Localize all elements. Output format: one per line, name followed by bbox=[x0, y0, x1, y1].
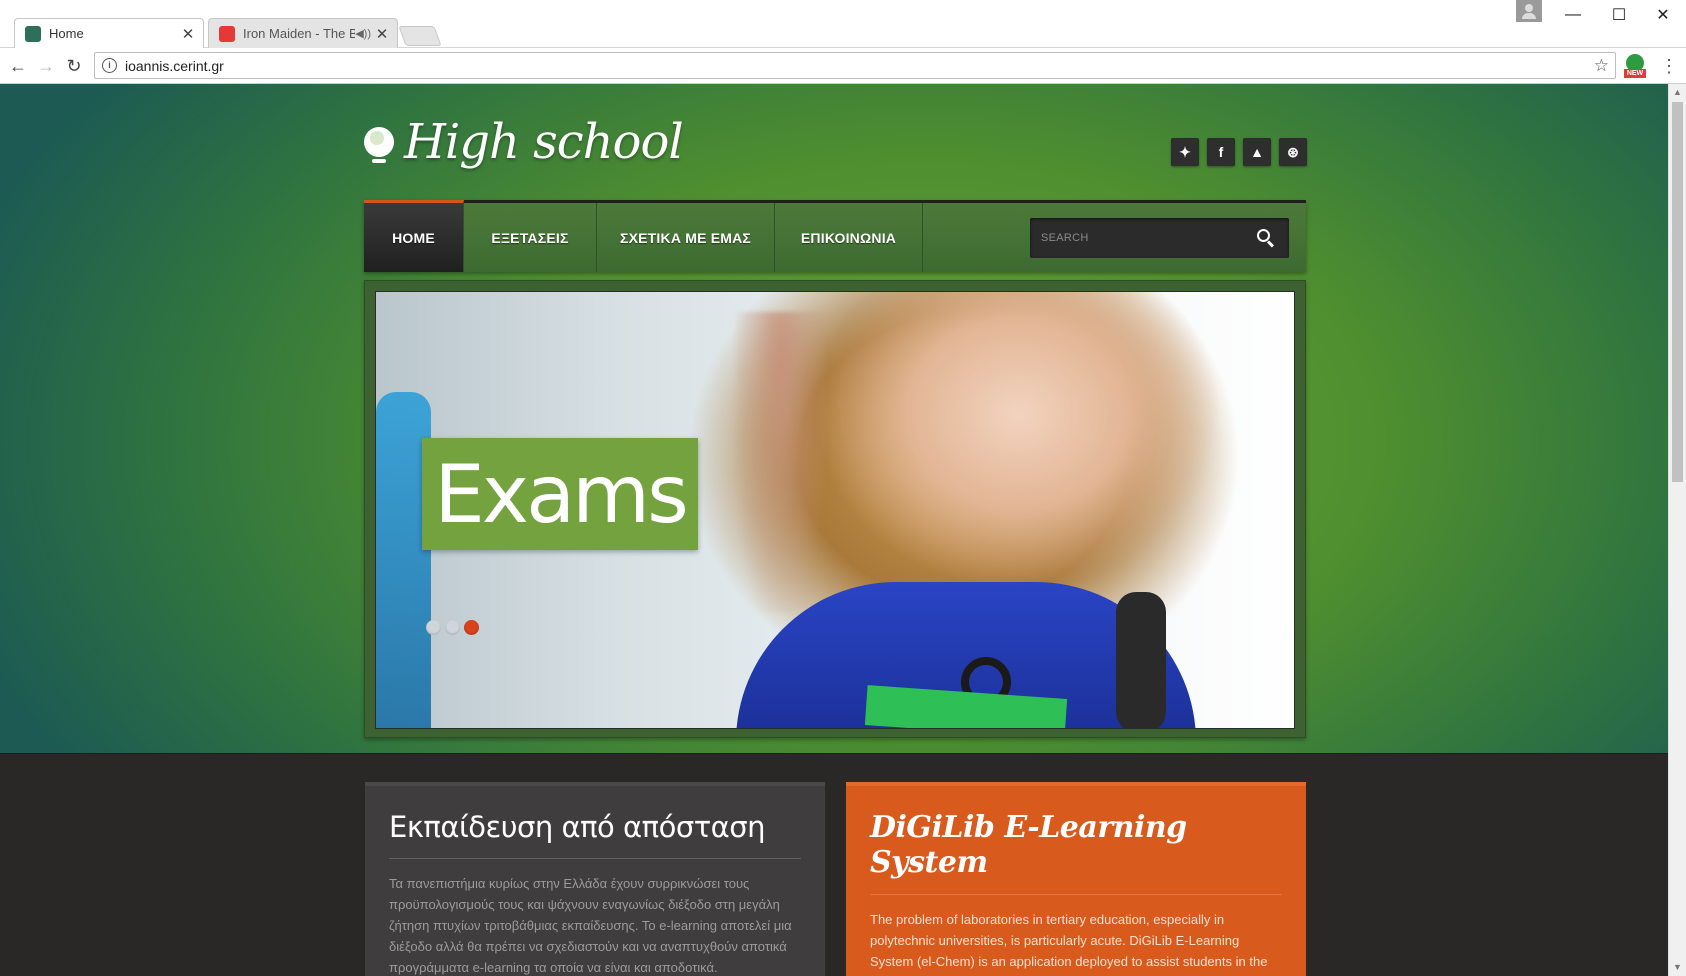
tab-close-icon[interactable]: ✕ bbox=[179, 25, 197, 43]
nav-about[interactable]: ΣΧΕΤΙΚΑ ΜΕ ΕΜΑΣ bbox=[597, 203, 775, 272]
tab-title: Iron Maiden - The Bo bbox=[243, 26, 356, 41]
forward-arrow-icon[interactable]: → bbox=[34, 54, 58, 78]
minimize-icon[interactable]: — bbox=[1550, 0, 1596, 30]
address-bar[interactable]: i ioannis.cerint.gr ☆ bbox=[94, 52, 1616, 79]
extension-icon[interactable]: NEW bbox=[1624, 54, 1648, 78]
slider-dot-2[interactable] bbox=[445, 620, 460, 635]
tab-home[interactable]: Home ✕ bbox=[14, 18, 204, 48]
tab-close-icon[interactable]: ✕ bbox=[373, 25, 391, 43]
slider-dot-1[interactable] bbox=[426, 620, 441, 635]
digilib-card: DiGiLib E-Learning System The problem of… bbox=[846, 782, 1306, 976]
page-viewport: High school ✦ f ▲ ⊛ HOME ΕΞΕΤΑΣΕΙΣ ΣΧΕΤΙ… bbox=[0, 84, 1686, 976]
audio-playing-icon[interactable]: ◀)) bbox=[355, 27, 371, 40]
background-student-figure bbox=[736, 312, 826, 612]
hero-slide-image[interactable]: Exams bbox=[375, 291, 1295, 729]
extension-new-badge: NEW bbox=[1624, 69, 1646, 78]
slider-pagination bbox=[426, 620, 479, 635]
card-text: Τα πανεπιστήμια κυρίως στην Ελλάδα έχουν… bbox=[389, 876, 792, 975]
nav-home[interactable]: HOME bbox=[364, 200, 464, 272]
page-scrollbar[interactable]: ▲ ▼ bbox=[1668, 84, 1686, 976]
tab-iron-maiden[interactable]: Iron Maiden - The Bo ◀)) ✕ bbox=[208, 18, 398, 48]
site-favicon-icon bbox=[25, 25, 41, 42]
close-window-icon[interactable]: ✕ bbox=[1640, 0, 1686, 30]
backpack-strap bbox=[1116, 592, 1166, 728]
twitter-icon[interactable]: ✦ bbox=[1171, 138, 1199, 166]
youtube-favicon-icon bbox=[219, 25, 235, 42]
globe-icon bbox=[364, 127, 394, 163]
distance-learning-card: Εκπαίδευση από απόσταση Τα πανεπιστήμια … bbox=[365, 782, 825, 976]
tab-title: Home bbox=[49, 26, 84, 41]
content-band: Εκπαίδευση από απόσταση Τα πανεπιστήμια … bbox=[0, 753, 1686, 976]
browser-toolbar: ← → ↻ i ioannis.cerint.gr ☆ NEW ⋮ bbox=[0, 48, 1686, 84]
slide-caption-text: Exams bbox=[434, 447, 689, 541]
profile-avatar-icon[interactable] bbox=[1516, 0, 1542, 22]
nav-exams[interactable]: ΕΞΕΤΑΣΕΙΣ bbox=[464, 203, 597, 272]
card-title[interactable]: Εκπαίδευση από απόσταση bbox=[389, 810, 801, 859]
dribbble-icon[interactable]: ⊛ bbox=[1279, 138, 1307, 166]
bookmark-star-icon[interactable]: ☆ bbox=[1594, 56, 1609, 76]
scroll-up-icon[interactable]: ▲ bbox=[1669, 84, 1686, 101]
search-icon[interactable] bbox=[1257, 229, 1275, 247]
slide-caption: Exams bbox=[422, 438, 698, 550]
reload-icon[interactable]: ↻ bbox=[62, 54, 86, 78]
search-input[interactable]: SEARCH bbox=[1030, 218, 1289, 258]
site-logo[interactable]: High school bbox=[364, 114, 684, 170]
scroll-down-icon[interactable]: ▼ bbox=[1669, 959, 1686, 976]
facebook-icon[interactable]: f bbox=[1207, 138, 1235, 166]
nav-contact[interactable]: ΕΠΙΚΟΙΝΩΝΙΑ bbox=[775, 203, 923, 272]
slider-dot-3[interactable] bbox=[464, 620, 479, 635]
hero-slider: Exams bbox=[364, 280, 1306, 738]
new-tab-button[interactable] bbox=[398, 26, 442, 46]
main-navigation: HOME ΕΞΕΤΑΣΕΙΣ ΣΧΕΤΙΚΑ ΜΕ ΕΜΑΣ ΕΠΙΚΟΙΝΩΝ… bbox=[364, 200, 1306, 272]
logo-text: High school bbox=[404, 114, 684, 170]
card-title[interactable]: DiGiLib E-Learning System bbox=[870, 810, 1282, 895]
maximize-icon[interactable]: ☐ bbox=[1596, 0, 1642, 30]
browser-menu-icon[interactable]: ⋮ bbox=[1660, 56, 1678, 76]
scrollbar-thumb[interactable] bbox=[1672, 102, 1683, 482]
search-placeholder: SEARCH bbox=[1041, 232, 1089, 244]
card-text: The problem of laboratories in tertiary … bbox=[870, 912, 1268, 976]
site-info-icon[interactable]: i bbox=[102, 58, 117, 73]
browser-titlebar: Home ✕ Iron Maiden - The Bo ◀)) ✕ — ☐ ✕ bbox=[0, 0, 1686, 48]
alert-icon[interactable]: ▲ bbox=[1243, 138, 1271, 166]
address-url[interactable]: ioannis.cerint.gr bbox=[125, 58, 1594, 74]
back-arrow-icon[interactable]: ← bbox=[6, 54, 30, 78]
